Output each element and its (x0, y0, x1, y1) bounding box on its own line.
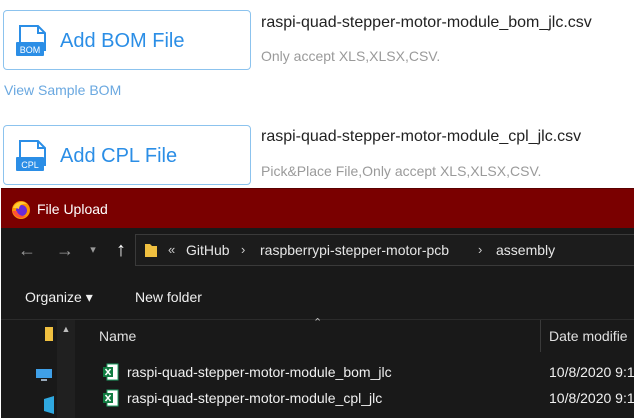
svg-text:BOM: BOM (20, 45, 41, 55)
file-upload-dialog: File Upload ← → ▾ ↑ « GitHub › raspberry… (1, 188, 634, 418)
scroll-up-arrow-icon[interactable]: ▲ (57, 322, 75, 336)
add-cpl-file-label: Add CPL File (60, 145, 178, 167)
organize-button[interactable]: Organize ▾ (25, 274, 93, 320)
svg-text:CPL: CPL (21, 160, 39, 170)
bom-file-hint: Only accept XLS,XLSX,CSV. (261, 48, 441, 64)
navigation-pane-scrollbar[interactable]: ▲ (57, 320, 75, 418)
file-name: raspi-quad-stepper-motor-module_bom_jlc (127, 364, 392, 380)
cpl-file-icon: CPL (16, 140, 46, 171)
add-cpl-file-button[interactable]: CPL Add CPL File (3, 125, 251, 185)
file-name: raspi-quad-stepper-motor-module_cpl_jlc (127, 390, 383, 406)
bom-file-name: raspi-quad-stepper-motor-module_bom_jlc.… (261, 14, 592, 31)
file-row[interactable]: raspi-quad-stepper-motor-module_cpl_jlc … (77, 385, 634, 411)
dialog-navigation-bar: ← → ▾ ↑ « GitHub › raspberrypi-stepper-m… (1, 228, 634, 274)
dialog-title: File Upload (37, 201, 108, 217)
up-arrow-icon[interactable]: ↑ (109, 238, 133, 262)
column-header-date-modified[interactable]: Date modifie (549, 320, 628, 352)
file-row[interactable]: raspi-quad-stepper-motor-module_bom_jlc … (77, 359, 634, 385)
excel-icon (103, 363, 119, 381)
firefox-icon (12, 201, 30, 219)
address-bar[interactable]: « GitHub › raspberrypi-stepper-motor-pcb… (135, 234, 634, 266)
column-header-name[interactable]: Name (99, 320, 136, 352)
add-bom-file-label: Add BOM File (60, 30, 185, 52)
back-arrow-icon[interactable]: ← (15, 238, 39, 262)
cpl-file-name: raspi-quad-stepper-motor-module_cpl_jlc.… (261, 128, 582, 145)
cpl-file-hint: Pick&Place File,Only accept XLS,XLSX,CSV… (261, 163, 542, 179)
recent-locations-chevron-icon[interactable]: ▾ (85, 238, 101, 262)
this-pc-icon[interactable] (34, 368, 54, 382)
dialog-titlebar[interactable]: File Upload (1, 188, 634, 228)
breadcrumb-separator-icon[interactable]: › (478, 235, 482, 265)
breadcrumb-github[interactable]: GitHub (186, 235, 230, 265)
breadcrumb-raspberrypi-stepper-motor-pcb[interactable]: raspberrypi-stepper-motor-pcb (260, 235, 449, 265)
sort-indicator-icon: ⌃ (313, 317, 323, 329)
bom-file-icon: BOM (16, 25, 46, 56)
navigation-pane: ▲ (1, 320, 77, 418)
dialog-toolbar: Organize ▾ New folder (1, 274, 634, 320)
add-bom-file-button[interactable]: BOM Add BOM File (3, 10, 251, 70)
quick-access-folder-icon[interactable] (45, 327, 53, 341)
file-date-modified: 10/8/2020 9:1 (549, 364, 634, 380)
breadcrumb-separator-icon[interactable]: › (241, 235, 245, 265)
excel-icon (103, 389, 119, 407)
folder-icon (145, 244, 157, 257)
drive-icon[interactable] (44, 396, 54, 414)
forward-arrow-icon[interactable]: → (53, 238, 77, 262)
file-date-modified: 10/8/2020 9:1 (549, 390, 634, 406)
view-sample-bom-link[interactable]: View Sample BOM (4, 82, 121, 98)
new-folder-button[interactable]: New folder (135, 274, 202, 320)
breadcrumb-assembly[interactable]: assembly (496, 235, 555, 265)
breadcrumb-overflow-icon[interactable]: « (168, 235, 175, 265)
file-list-header: ⌃ Name Date modifie (77, 317, 634, 352)
column-divider[interactable] (540, 320, 541, 352)
file-list: ⌃ Name Date modifie raspi-quad-stepper-m… (77, 317, 634, 418)
